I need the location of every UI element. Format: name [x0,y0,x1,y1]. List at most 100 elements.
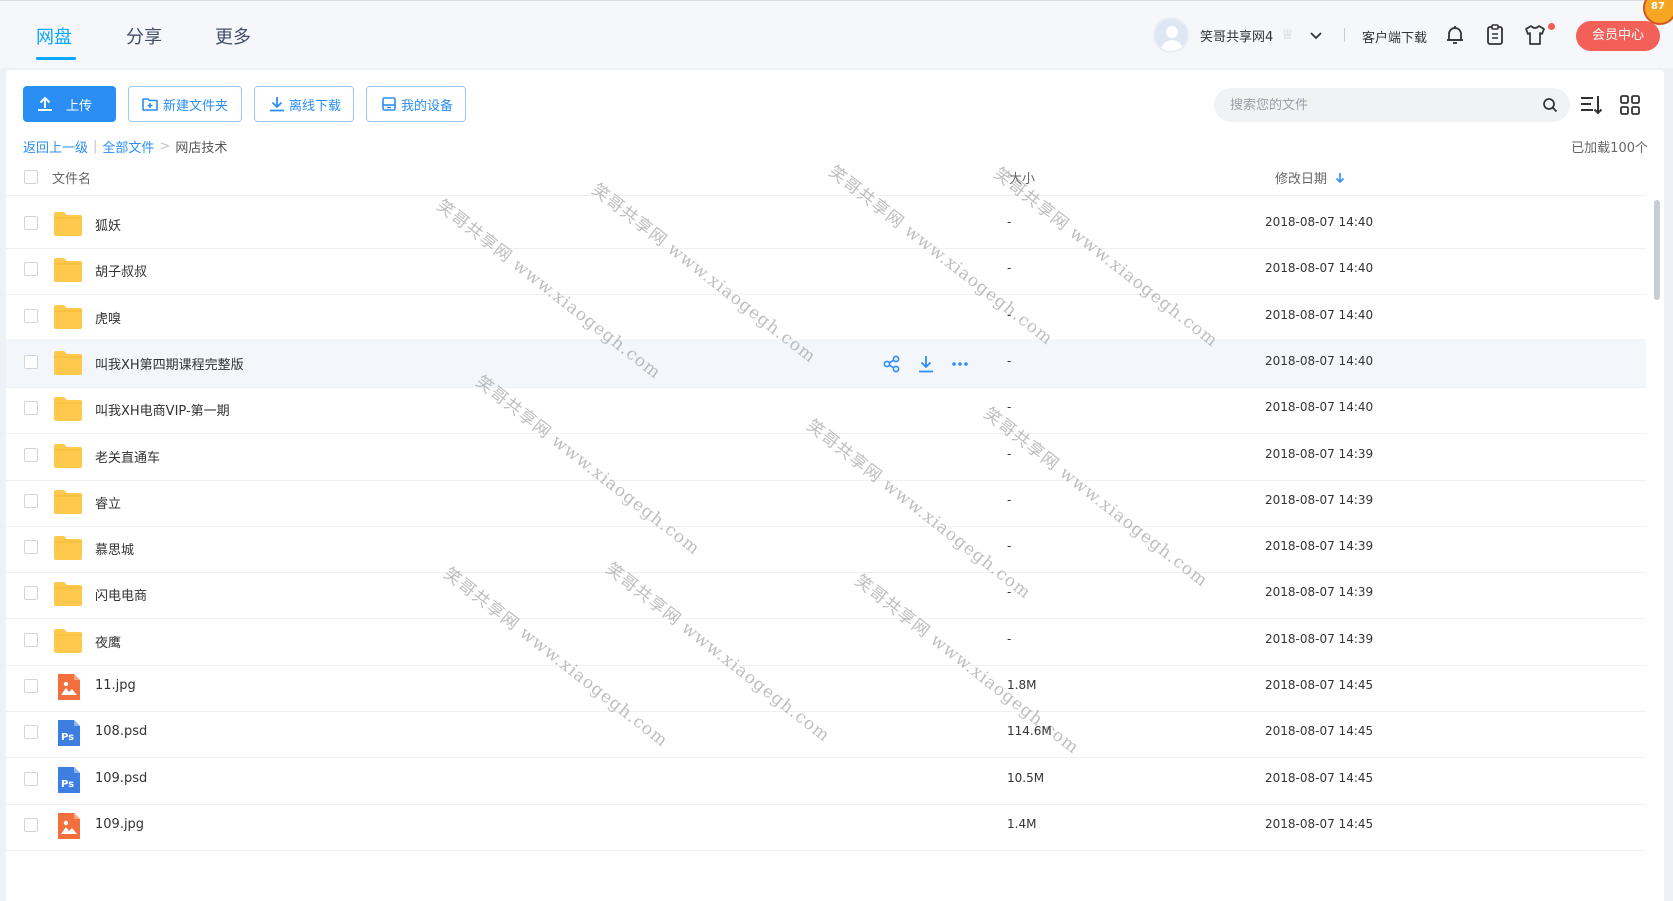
avatar[interactable] [1153,17,1189,53]
bell-icon[interactable] [1443,23,1467,47]
tshirt-icon[interactable] [1523,23,1547,47]
download-icon[interactable] [915,353,937,375]
file-size: 114.6M [1007,724,1052,739]
table-row[interactable]: 老关直通车 - 2018-08-07 14:39 [6,432,1646,481]
row-checkbox[interactable] [24,216,38,230]
table-row[interactable]: 闪电电商 - 2018-08-07 14:39 [6,570,1646,620]
file-size: - [1007,307,1012,322]
column-modified[interactable]: 修改日期 [1275,168,1345,187]
table-row[interactable]: Ps 108.psd 114.6M 2018-08-07 14:45 [6,709,1646,759]
search-input[interactable] [1230,97,1520,113]
select-all-checkbox[interactable] [24,170,38,184]
file-date: 2018-08-07 14:40 [1265,261,1374,276]
offline-download-button[interactable]: 离线下载 [254,86,354,122]
clipboard-icon[interactable] [1483,23,1507,47]
file-name[interactable]: 109.psd [95,771,147,786]
table-row[interactable]: 叫我XH第四期课程完整版 - 2018-08-07 14:40 [6,338,1646,388]
folder-icon [53,580,83,608]
file-name[interactable]: 夜鹰 [95,632,121,651]
loaded-count: 已加载100个 [1571,141,1648,156]
row-checkbox[interactable] [24,262,38,277]
column-modified-label: 修改日期 [1275,172,1328,187]
divider [1344,28,1345,42]
share-icon[interactable] [881,353,903,375]
table-row[interactable]: 胡子叔叔 - 2018-08-07 14:40 [6,246,1646,296]
table-row[interactable]: 慕思城 - 2018-08-07 14:39 [6,524,1646,574]
psd-file-icon: Ps [53,766,83,794]
active-tab-indicator [36,57,76,60]
file-name[interactable]: 老关直通车 [95,447,160,466]
file-name[interactable]: 11.jpg [95,678,136,693]
file-name[interactable]: 慕思城 [95,539,134,558]
row-checkbox[interactable] [24,401,38,416]
row-checkbox[interactable] [24,725,38,740]
file-date: 2018-08-07 14:45 [1265,724,1374,739]
file-name[interactable]: 狐妖 [95,215,121,234]
tab-more[interactable]: 更多 [215,23,251,49]
row-checkbox[interactable] [24,632,38,647]
more-icon[interactable] [949,353,971,375]
upload-icon [38,97,52,111]
breadcrumb-all-files[interactable]: 全部文件 [102,137,154,156]
row-checkbox[interactable] [24,354,38,369]
column-name[interactable]: 文件名 [52,168,91,187]
file-name[interactable]: 108.psd [95,724,147,739]
client-download-link[interactable]: 客户端下载 [1362,27,1427,46]
image-file-icon [53,812,83,840]
row-checkbox[interactable] [24,679,38,693]
breadcrumb-separator: > [159,139,171,154]
row-checkbox[interactable] [24,493,38,508]
row-checkbox[interactable] [24,771,38,786]
sort-icon[interactable] [1578,92,1604,118]
row-checkbox[interactable] [24,540,38,555]
my-devices-button[interactable]: 我的设备 [366,86,466,122]
tab-share[interactable]: 分享 [126,23,162,49]
file-name[interactable]: 胡子叔叔 [95,261,147,280]
table-row[interactable]: Ps 109.psd 10.5M 2018-08-07 14:45 [6,756,1646,805]
grid-view-icon[interactable] [1617,92,1643,118]
scrollbar[interactable] [1654,200,1660,300]
file-name[interactable]: 叫我XH电商VIP-第一期 [95,400,230,419]
breadcrumb-divider: | [93,139,98,154]
new-folder-label: 新建文件夹 [163,98,229,114]
table-row[interactable]: 109.jpg 1.4M 2018-08-07 14:45 [6,802,1646,851]
row-checkbox[interactable] [24,817,38,832]
file-size: - [1007,215,1012,229]
file-size: - [1007,539,1012,554]
file-size: 1.4M [1007,816,1037,831]
upload-button[interactable]: 上传 [23,86,116,122]
row-checkbox[interactable] [24,447,38,462]
tab-netdisk[interactable]: 网盘 [36,23,72,49]
table-row[interactable]: 叫我XH电商VIP-第一期 - 2018-08-07 14:40 [6,385,1646,435]
file-date: 2018-08-07 14:40 [1265,215,1374,229]
file-name[interactable]: 叫我XH第四期课程完整版 [95,354,244,373]
table-row[interactable]: 狐妖 - 2018-08-07 14:40 [6,200,1646,249]
file-date: 2018-08-07 14:40 [1265,307,1374,322]
breadcrumb-back[interactable]: 返回上一级 [23,137,88,156]
file-date: 2018-08-07 14:40 [1265,353,1374,368]
column-size[interactable]: 大小 [1009,168,1035,187]
vip-level-icon: ♕ [1281,27,1294,43]
file-name[interactable]: 闪电电商 [95,585,147,604]
folder-icon [53,627,83,655]
table-row[interactable]: 虎嗅 - 2018-08-07 14:40 [6,293,1646,342]
search-icon[interactable] [1542,97,1558,113]
search-box[interactable] [1214,88,1570,122]
table-row[interactable]: 夜鹰 - 2018-08-07 14:39 [6,617,1646,666]
file-name[interactable]: 109.jpg [95,817,144,832]
table-row[interactable]: 睿立 - 2018-08-07 14:39 [6,478,1646,527]
folder-icon [53,349,83,377]
vip-center-button[interactable]: 会员中心 [1576,21,1660,51]
username[interactable]: 笑哥共享网4 [1200,26,1273,45]
new-folder-button[interactable]: 新建文件夹 [128,86,242,122]
user-menu[interactable]: 笑哥共享网4 ♕ [1153,17,1323,53]
file-date: 2018-08-07 14:45 [1265,770,1374,785]
file-name[interactable]: 虎嗅 [95,308,121,327]
folder-icon [53,256,83,284]
row-checkbox[interactable] [24,308,38,323]
table-row[interactable]: 11.jpg 1.8M 2018-08-07 14:45 [6,663,1646,712]
file-name[interactable]: 睿立 [95,493,121,512]
row-checkbox[interactable] [24,586,38,601]
image-file-icon [53,673,83,701]
chevron-down-icon[interactable] [1309,28,1323,42]
